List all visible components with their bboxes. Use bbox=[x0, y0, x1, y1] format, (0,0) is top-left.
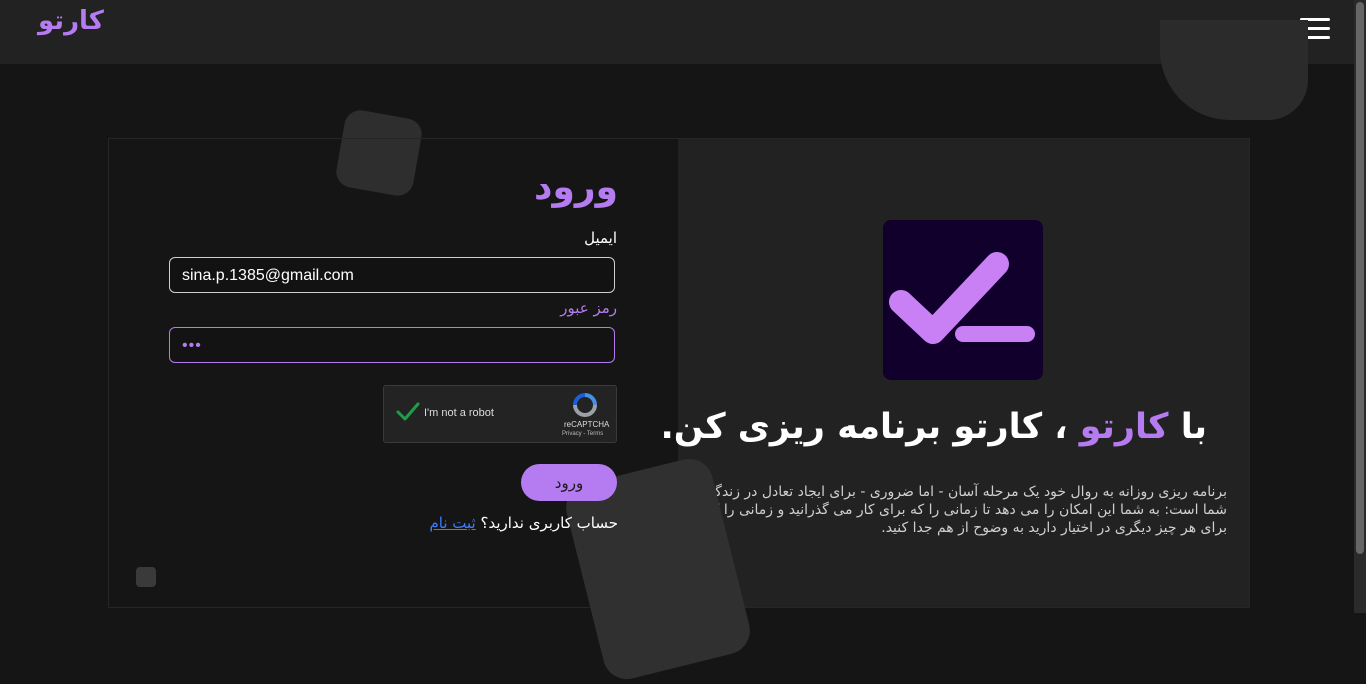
password-label: رمز عبور bbox=[560, 299, 617, 317]
top-navbar: کارتو bbox=[0, 0, 1354, 64]
email-label: ایمیل bbox=[584, 229, 617, 247]
email-field[interactable]: sina.p.1385@gmail.com bbox=[169, 257, 615, 293]
signup-link[interactable]: ثبت نام bbox=[429, 514, 475, 532]
login-form: ورود ایمیل sina.p.1385@gmail.com رمز عبو… bbox=[109, 139, 755, 684]
decorative-shape bbox=[136, 567, 156, 587]
password-field[interactable]: ••• bbox=[169, 327, 615, 363]
login-card: با کارتو ، کارتو برنامه ریزی کن. برنامه … bbox=[108, 138, 1250, 684]
login-button[interactable]: ورود bbox=[521, 464, 617, 501]
login-title: ورود bbox=[534, 167, 618, 208]
brand-logo[interactable]: کارتو bbox=[38, 6, 104, 36]
signup-prompt: حساب کاربری ندارید؟ ثبت نام bbox=[429, 514, 618, 532]
vertical-scrollbar[interactable] bbox=[1354, 0, 1366, 613]
recaptcha-label: I'm not a robot bbox=[424, 407, 494, 419]
recaptcha-brand: reCAPTCHA bbox=[564, 420, 610, 429]
headline-brand: کارتو bbox=[1079, 407, 1169, 447]
recaptcha-logo-icon bbox=[570, 392, 600, 418]
decorative-shape bbox=[1160, 20, 1308, 120]
hero-description: برنامه ریزی روزانه به روال خود یک مرحله … bbox=[703, 484, 1227, 536]
hero-headline: با کارتو ، کارتو برنامه ریزی کن. bbox=[660, 407, 1207, 447]
hero-panel: با کارتو ، کارتو برنامه ریزی کن. برنامه … bbox=[660, 139, 1249, 607]
recaptcha-terms[interactable]: Privacy - Terms bbox=[562, 431, 603, 437]
recaptcha-check-icon[interactable] bbox=[394, 398, 422, 426]
no-account-text: حساب کاربری ندارید؟ bbox=[480, 514, 619, 532]
checkmark-logo-icon bbox=[883, 220, 1043, 380]
scrollbar-thumb[interactable] bbox=[1356, 2, 1364, 554]
recaptcha-widget: I'm not a robot reCAPTCHA Privacy - Term… bbox=[383, 385, 617, 443]
